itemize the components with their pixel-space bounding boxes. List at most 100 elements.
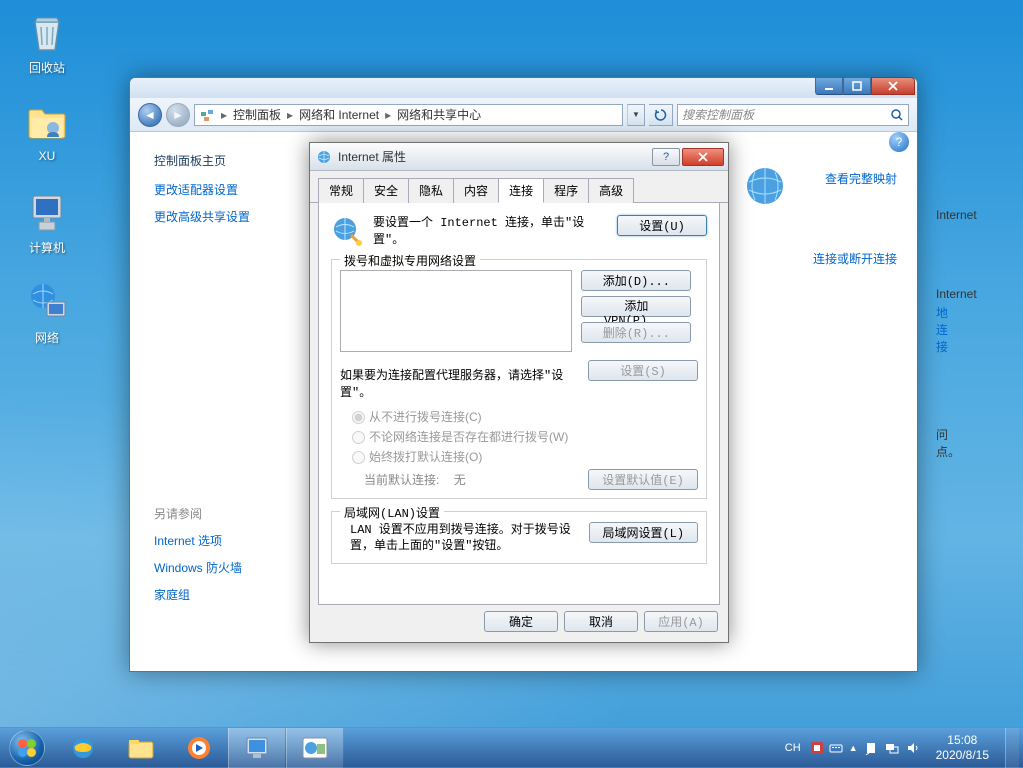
tab-security[interactable]: 安全	[363, 178, 409, 203]
lan-group: 局域网(LAN)设置 LAN 设置不应用到拨号连接。对于拨号设置，单击上面的"设…	[331, 511, 707, 565]
sidebar-link-sharing[interactable]: 更改高级共享设置	[154, 208, 316, 225]
apply-button: 应用(A)	[644, 611, 718, 632]
maximize-button[interactable]	[843, 77, 871, 95]
tab-general[interactable]: 常规	[318, 178, 364, 203]
tray-expand-icon[interactable]: ▲	[849, 743, 858, 753]
dialup-vpn-group: 拨号和虚拟专用网络设置 添加(D)... 添加 VPN(P)... 删除(R).…	[331, 259, 707, 499]
windows-logo-icon	[9, 730, 45, 766]
folder-icon	[23, 98, 71, 146]
internet-options-icon	[316, 149, 332, 165]
tray-keyboard-icon[interactable]	[829, 741, 843, 755]
tab-privacy[interactable]: 隐私	[408, 178, 454, 203]
tray-ime-icon[interactable]	[811, 742, 823, 754]
nav-back-button[interactable]: ◄	[138, 103, 162, 127]
dialup-list[interactable]	[340, 270, 572, 352]
setup-button[interactable]: 设置(U)	[617, 215, 707, 236]
nav-forward-button[interactable]: ►	[166, 103, 190, 127]
internet-label-2: Internet	[936, 287, 977, 301]
search-placeholder: 搜索控制面板	[682, 106, 754, 123]
add-vpn-button[interactable]: 添加 VPN(P)...	[581, 296, 691, 317]
taskbar-app-ie[interactable]	[54, 728, 112, 768]
address-refresh[interactable]	[649, 104, 673, 126]
breadcrumb-icon[interactable]	[195, 105, 219, 125]
tray-network-icon[interactable]	[884, 741, 900, 755]
breadcrumb-l3[interactable]: 网络和共享中心	[393, 105, 485, 125]
tab-content[interactable]: 内容	[453, 178, 499, 203]
dialog-title: Internet 属性	[338, 148, 406, 165]
see-also-title: 另请参阅	[154, 505, 316, 522]
show-desktop-button[interactable]	[1005, 728, 1019, 768]
explorer-titlebar[interactable]	[130, 78, 917, 98]
lan-title: 局域网(LAN)设置	[340, 504, 444, 521]
desktop-icon-network[interactable]: 网络	[12, 278, 82, 346]
dialog-tabs: 常规 安全 隐私 内容 连接 程序 高级	[310, 171, 728, 203]
clock-time: 15:08	[936, 733, 989, 747]
recycle-bin-icon	[23, 8, 71, 56]
tab-advanced[interactable]: 高级	[588, 178, 634, 203]
sidebar-title: 控制面板主页	[154, 152, 316, 169]
tab-connections[interactable]: 连接	[498, 178, 544, 203]
remove-button: 删除(R)...	[581, 322, 691, 343]
cancel-button[interactable]: 取消	[564, 611, 638, 632]
dialup-vpn-title: 拨号和虚拟专用网络设置	[340, 252, 480, 269]
taskbar-app-inetoptions[interactable]	[286, 728, 344, 768]
dialog-content: 要设置一个 Internet 连接，单击"设置"。 设置(U) 拨号和虚拟专用网…	[318, 203, 720, 605]
ok-button[interactable]: 确定	[484, 611, 558, 632]
desktop-icon-recycle-bin[interactable]: 回收站	[12, 8, 82, 76]
internet-label: Internet	[936, 208, 977, 222]
connect-disconnect-link[interactable]: 连接或断开连接	[813, 250, 897, 267]
dialog-titlebar[interactable]: Internet 属性 ?	[310, 143, 728, 171]
internet-globe-icon	[741, 162, 789, 210]
start-button[interactable]	[0, 728, 54, 768]
minimize-button[interactable]	[815, 77, 843, 95]
dialog-close-button[interactable]	[682, 148, 724, 166]
close-button[interactable]	[871, 77, 915, 95]
sidebar-link-firewall[interactable]: Windows 防火墙	[154, 559, 316, 576]
address-dropdown[interactable]: ▼	[627, 104, 645, 126]
clock-date: 2020/8/15	[936, 748, 989, 762]
desktop-icon-folder-xu[interactable]: XU	[12, 98, 82, 163]
taskbar-app-mediaplayer[interactable]	[170, 728, 228, 768]
hint-tail: 问点。	[936, 426, 960, 460]
radio-never-dial: 从不进行拨号连接(C)	[352, 408, 698, 425]
network-icon	[23, 278, 71, 326]
sidebar-link-adapters[interactable]: 更改适配器设置	[154, 181, 316, 198]
add-button[interactable]: 添加(D)...	[581, 270, 691, 291]
lan-text: LAN 设置不应用到拨号连接。对于拨号设置，单击上面的"设置"按钮。	[350, 522, 589, 556]
radio-default-dial: 始终拨打默认连接(O)	[352, 448, 698, 465]
full-map-link[interactable]: 查看完整映射	[825, 170, 897, 187]
radio-always-dial: 不论网络连接是否存在都进行拨号(W)	[352, 428, 698, 445]
search-icon	[890, 108, 904, 122]
search-box[interactable]: 搜索控制面板	[677, 104, 909, 126]
breadcrumb-root[interactable]: 控制面板	[229, 105, 285, 125]
desktop-icon-computer[interactable]: 计算机	[12, 188, 82, 256]
dialog-help-button[interactable]: ?	[652, 148, 680, 166]
system-tray: CH ▲ 15:08 2020/8/15	[777, 728, 1023, 767]
sidebar-link-homegroup[interactable]: 家庭组	[154, 586, 316, 603]
settings-button: 设置(S)	[588, 360, 698, 381]
setup-text: 要设置一个 Internet 连接，单击"设置"。	[373, 215, 607, 249]
connection-wizard-icon	[331, 215, 363, 247]
tab-programs[interactable]: 程序	[543, 178, 589, 203]
sidebar-link-inetopt[interactable]: Internet 选项	[154, 532, 316, 549]
taskbar-app-controlpanel[interactable]	[228, 728, 286, 768]
language-indicator[interactable]: CH	[781, 742, 805, 754]
help-icon[interactable]: ?	[889, 132, 909, 152]
dialog-footer: 确定 取消 应用(A)	[310, 611, 728, 642]
tray-action-center-icon[interactable]	[864, 741, 878, 755]
clock[interactable]: 15:08 2020/8/15	[926, 733, 999, 762]
breadcrumb-l2[interactable]: 网络和 Internet	[295, 105, 383, 125]
lan-settings-button[interactable]: 局域网设置(L)	[589, 522, 698, 543]
computer-icon	[23, 188, 71, 236]
explorer-sidebar: 控制面板主页 更改适配器设置 更改高级共享设置 另请参阅 Internet 选项…	[130, 132, 326, 671]
taskbar-app-explorer[interactable]	[112, 728, 170, 768]
local-connection-link[interactable]: 地连接	[936, 304, 948, 355]
proxy-text: 如果要为连接配置代理服务器，请选择"设置"。	[340, 366, 588, 400]
set-default-button: 设置默认值(E)	[588, 469, 698, 490]
internet-properties-dialog: Internet 属性 ? 常规 安全 隐私 内容 连接 程序 高级 要设置一个…	[309, 142, 729, 643]
taskbar: CH ▲ 15:08 2020/8/15	[0, 727, 1023, 767]
tray-volume-icon[interactable]	[906, 741, 920, 755]
dial-radios: 从不进行拨号连接(C) 不论网络连接是否存在都进行拨号(W) 始终拨打默认连接(…	[352, 408, 698, 465]
explorer-nav: ◄ ► ▸ 控制面板 ▸ 网络和 Internet ▸ 网络和共享中心 ▼ 搜索…	[130, 98, 917, 132]
address-bar[interactable]: ▸ 控制面板 ▸ 网络和 Internet ▸ 网络和共享中心	[194, 104, 623, 126]
